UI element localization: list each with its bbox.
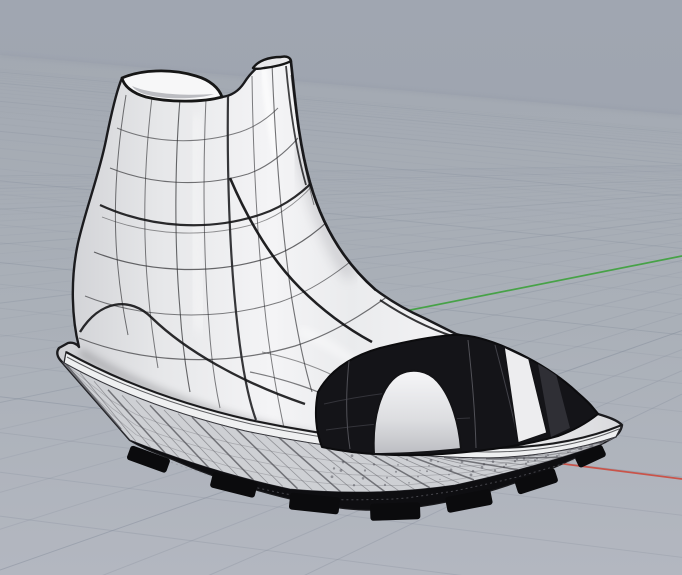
midsole-speckle: [547, 454, 549, 457]
midsole-speckle: [330, 475, 334, 479]
midsole-speckle: [558, 454, 560, 456]
midsole-speckle: [449, 468, 453, 472]
midsole-speckle: [448, 473, 450, 476]
midsole-speckle: [437, 460, 439, 463]
midsole-speckle: [527, 460, 529, 463]
midsole-speckle: [374, 455, 378, 459]
midsole-speckle: [579, 447, 583, 451]
midsole-speckle: [406, 458, 408, 461]
midsole-speckle: [383, 483, 387, 487]
perspective-view: [0, 0, 682, 575]
midsole-speckle: [428, 464, 430, 467]
midsole-speckle: [589, 445, 591, 447]
midsole-speckle: [459, 465, 461, 467]
midsole-speckle: [513, 460, 517, 463]
midsole-speckle: [429, 458, 433, 462]
midsole-speckle: [372, 463, 376, 466]
midsole-speckle: [556, 455, 558, 457]
midsole-speckle: [516, 458, 518, 461]
midsole-speckle: [339, 468, 343, 472]
midsole-speckle: [504, 463, 508, 466]
midsole-speckle: [350, 454, 354, 458]
midsole-speckle: [394, 470, 398, 473]
midsole-speckle: [426, 470, 428, 473]
midsole-speckle: [544, 455, 548, 458]
midsole-speckle: [341, 460, 345, 464]
midsole-speckle: [491, 460, 495, 463]
midsole-speckle: [439, 478, 441, 481]
midsole-speckle: [361, 477, 365, 480]
midsole-speckle: [469, 473, 473, 477]
midsole-speckle: [386, 476, 388, 479]
midsole-speckle: [480, 465, 484, 469]
midsole-speckle: [569, 450, 571, 452]
midsole-speckle: [471, 469, 475, 473]
midsole-speckle: [524, 462, 528, 465]
midsole-speckle: [567, 451, 569, 453]
midsole-speckle: [332, 467, 336, 470]
midsole-speckle: [536, 457, 538, 460]
midsole-speckle: [522, 457, 526, 460]
midsole-speckle: [417, 475, 419, 478]
midsole-speckle: [578, 448, 580, 450]
midsole-speckle: [408, 482, 410, 484]
midsole-speckle: [352, 484, 356, 487]
3d-viewport[interactable]: [0, 0, 682, 575]
midsole-speckle: [590, 444, 594, 448]
midsole-speckle: [460, 460, 464, 464]
midsole-speckle: [533, 459, 537, 462]
midsole-speckle: [419, 469, 421, 472]
midsole-speckle: [502, 465, 506, 469]
midsole-speckle: [397, 464, 399, 466]
midsole-speckle: [363, 469, 367, 472]
midsole-speckle: [493, 469, 497, 472]
midsole-speckle: [482, 463, 486, 466]
